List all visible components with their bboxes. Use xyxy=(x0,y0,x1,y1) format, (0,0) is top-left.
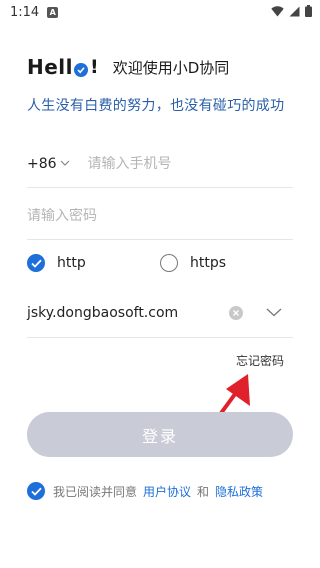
radio-http[interactable]: http xyxy=(27,254,86,272)
user-agreement-link[interactable]: 用户协议 xyxy=(143,483,191,500)
country-code-selector[interactable]: +86 xyxy=(27,156,70,172)
radio-unchecked-icon xyxy=(160,254,178,272)
greeting-hello: Hell xyxy=(27,55,74,79)
forgot-password-link[interactable]: 忘记密码 xyxy=(236,352,284,369)
password-input[interactable] xyxy=(27,207,277,224)
status-time: 1:14 xyxy=(10,4,40,20)
phone-field: +86 xyxy=(27,140,293,188)
agreement-prefix: 我已阅读并同意 xyxy=(53,484,138,499)
agreement-checkbox[interactable] xyxy=(27,482,45,500)
notification-icon: A xyxy=(47,6,59,18)
check-icon xyxy=(30,487,42,496)
status-icons xyxy=(271,5,312,17)
server-dropdown-button[interactable] xyxy=(265,308,283,317)
agreement-row: 我已阅读并同意 用户协议 和 隐私政策 xyxy=(27,482,263,500)
login-button[interactable]: 登录 xyxy=(27,412,293,457)
server-field: jsky.dongbaosoft.com xyxy=(27,288,293,338)
chevron-down-icon xyxy=(266,308,282,317)
radio-https[interactable]: https xyxy=(160,254,226,272)
chevron-down-icon xyxy=(60,160,69,166)
battery-icon xyxy=(305,5,312,17)
brand-logo-icon xyxy=(74,63,89,77)
radio-checked-icon xyxy=(27,254,45,272)
radio-https-label: https xyxy=(190,255,227,271)
password-field xyxy=(27,192,293,240)
server-address-input[interactable]: jsky.dongbaosoft.com xyxy=(27,305,229,321)
clear-icon[interactable] xyxy=(229,305,243,320)
protocol-selector: http https xyxy=(27,254,293,276)
radio-http-label: http xyxy=(57,255,86,271)
greeting: Hell ! 欢迎使用小D协同 xyxy=(27,55,229,79)
slogan: 人生没有白费的努力，也没有碰巧的成功 xyxy=(27,98,285,114)
privacy-policy-link[interactable]: 隐私政策 xyxy=(215,483,263,500)
agreement-and: 和 xyxy=(197,484,210,499)
country-code-label: +86 xyxy=(27,155,57,172)
wifi-icon xyxy=(271,5,284,16)
phone-input[interactable] xyxy=(87,155,268,172)
status-bar: 1:14 A xyxy=(0,0,320,24)
greeting-exclaim: ! xyxy=(90,56,99,78)
cellular-signal-icon xyxy=(289,6,300,16)
greeting-title: 欢迎使用小D协同 xyxy=(112,58,230,77)
